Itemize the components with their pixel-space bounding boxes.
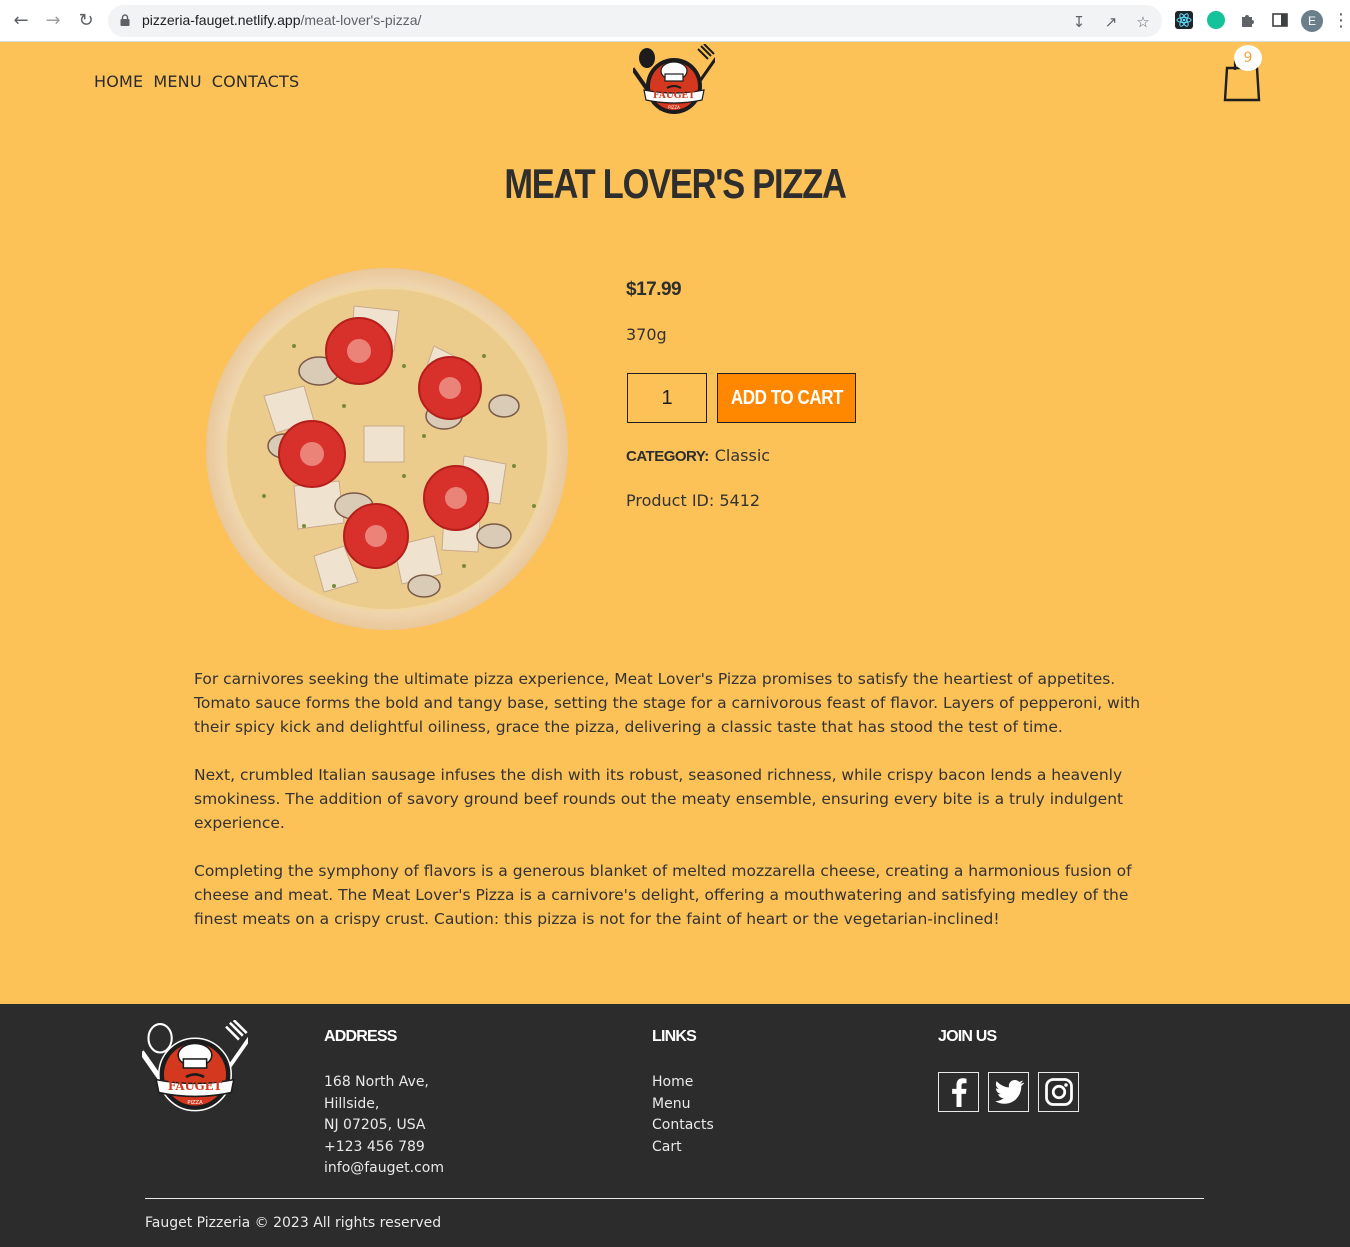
browser-toolbar: ← → ↻ pizzeria-fauget.netlify.app/meat-l… [0,0,1350,42]
address-line: NJ 07205, USA [324,1117,426,1134]
main-nav: HOME MENU CONTACTS [94,72,299,91]
fauget-logo[interactable]: FAUGET PIZZA [633,44,715,118]
extensions-puzzle-icon[interactable] [1239,11,1257,29]
forward-arrow-icon[interactable]: → [41,9,65,33]
footer-link-menu[interactable]: Menu [652,1094,714,1116]
product-id: Product ID: 5412 [626,491,761,510]
join-heading: JOIN US [938,1028,997,1045]
description-paragraph: Next, crumbled Italian sausage infuses t… [194,766,1124,832]
address-list: 168 North Ave, Hillside, NJ 07205, USA +… [324,1072,444,1180]
footer-link-contacts[interactable]: Contacts [652,1115,714,1137]
back-arrow-icon[interactable]: ← [9,9,33,33]
nav-home[interactable]: HOME [94,72,143,91]
share-icon[interactable]: ↗ [1102,13,1120,31]
nav-contacts[interactable]: CONTACTS [212,72,300,91]
footer-link-cart[interactable]: Cart [652,1137,714,1159]
address-line: 168 North Ave, [324,1074,429,1090]
url-text: pizzeria-fauget.netlify.app/meat-lover's… [142,12,422,28]
footer-logo-text: FAUGET [168,1079,223,1093]
pizza-image [206,268,568,630]
browser-menu-icon[interactable]: ⋮ [1332,9,1350,33]
phone-number[interactable]: +123 456 789 [324,1137,444,1159]
grammarly-icon[interactable] [1207,11,1225,29]
quantity-input[interactable] [627,373,707,423]
category-label: CATEGORY: [626,448,709,465]
facebook-icon[interactable] [938,1072,979,1112]
lock-icon [120,14,130,26]
reload-icon[interactable]: ↻ [74,9,98,33]
social-links [938,1072,1079,1112]
links-heading: LINKS [652,1028,697,1045]
profile-avatar[interactable]: E [1301,10,1323,32]
category-value[interactable]: Classic [715,446,770,465]
bookmark-star-icon[interactable]: ☆ [1134,13,1152,31]
side-panel-icon[interactable] [1271,11,1289,29]
logo-subtext: PIZZA [668,105,680,110]
twitter-icon[interactable] [988,1072,1029,1112]
description-paragraph: For carnivores seeking the ultimate pizz… [194,670,1141,736]
copyright-text: Fauget Pizzeria © 2023 All rights reserv… [145,1215,442,1231]
add-to-cart-label: ADD TO CART [730,386,843,409]
email-address[interactable]: info@fauget.com [324,1158,444,1180]
address-heading: ADDRESS [324,1028,397,1045]
site-footer: FAUGET PIZZA ADDRESS 168 North Ave, Hill… [0,1004,1350,1247]
footer-logo-subtext: PIZZA [187,1100,203,1106]
footer-logo[interactable]: FAUGET PIZZA [142,1020,248,1116]
product-description: For carnivores seeking the ultimate pizz… [194,667,1154,955]
logo-text: FAUGET [653,91,695,101]
page-title: MEAT LOVER'S PIZZA [504,160,847,207]
product-price: $17.99 [626,279,682,300]
nav-menu[interactable]: MENU [153,72,201,91]
react-devtools-icon[interactable] [1175,11,1193,29]
add-to-cart-button[interactable]: ADD TO CART [717,373,856,423]
footer-links: Home Menu Contacts Cart [652,1072,714,1158]
footer-link-home[interactable]: Home [652,1072,714,1094]
product-weight: 370g [626,325,667,344]
install-icon[interactable]: ↧ [1070,13,1088,31]
address-line: Hillside, [324,1095,380,1112]
instagram-icon[interactable] [1038,1072,1079,1112]
description-paragraph: Completing the symphony of flavors is a … [194,862,1132,928]
footer-divider [145,1198,1204,1199]
address-bar[interactable]: pizzeria-fauget.netlify.app/meat-lover's… [108,5,1162,37]
product-category: CATEGORY: Classic [626,446,770,465]
cart-count-badge: 9 [1234,45,1262,71]
